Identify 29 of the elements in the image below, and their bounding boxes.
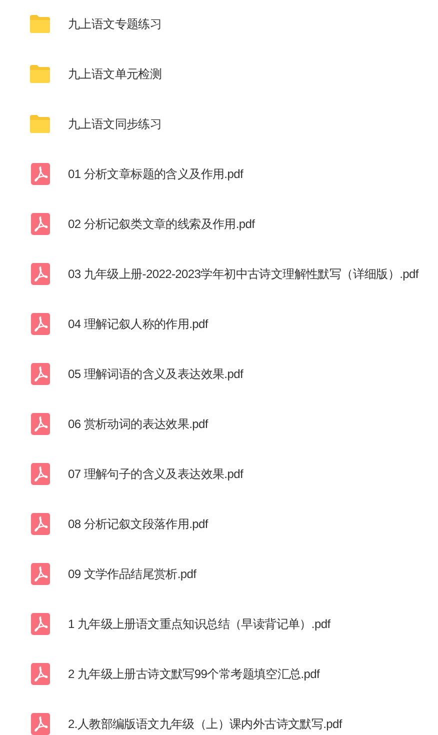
pdf-file-icon (30, 263, 50, 285)
file-name[interactable]: 1 九年级上册语文重点知识总结（早读背记单）.pdf (68, 615, 330, 633)
file-name[interactable]: 01 分析文章标题的含义及作用.pdf (68, 165, 243, 183)
pdf-file-icon (30, 513, 50, 535)
pdf-file-icon (30, 363, 50, 385)
file-name[interactable]: 08 分析记叙文段落作用.pdf (68, 515, 208, 533)
pdf-file-icon (30, 163, 50, 185)
file-name[interactable]: 九上语文单元检测 (68, 65, 162, 83)
file-name[interactable]: 九上语文专题练习 (68, 15, 162, 33)
file-name[interactable]: 05 理解词语的含义及表达效果.pdf (68, 365, 243, 383)
pdf-file-icon (30, 463, 50, 485)
file-name[interactable]: 09 文学作品结尾赏析.pdf (68, 565, 196, 583)
file-name[interactable]: 2 九年级上册古诗文默写99个常考题填空汇总.pdf (68, 665, 320, 683)
pdf-file-icon (30, 663, 50, 685)
pdf-file-icon (30, 613, 50, 635)
folder-icon (29, 114, 51, 134)
file-name[interactable]: 02 分析记叙类文章的线索及作用.pdf (68, 215, 255, 233)
folder-icon (29, 14, 51, 34)
file-name[interactable]: 九上语文同步练习 (68, 115, 162, 133)
file-name[interactable]: 2.人教部编版语文九年级（上）课内外古诗文默写.pdf (68, 715, 342, 733)
pdf-file-icon (30, 413, 50, 435)
file-name[interactable]: 07 理解句子的含义及表达效果.pdf (68, 465, 243, 483)
file-name[interactable]: 04 理解记叙人称的作用.pdf (68, 315, 208, 333)
file-name[interactable]: 06 赏析动词的表达效果.pdf (68, 415, 208, 433)
pdf-file-icon (30, 213, 50, 235)
pdf-file-icon (30, 563, 50, 585)
pdf-file-icon (30, 313, 50, 335)
folder-icon (29, 64, 51, 84)
file-name[interactable]: 03 九年级上册-2022-2023学年初中古诗文理解性默写（详细版）.pdf (68, 265, 418, 283)
